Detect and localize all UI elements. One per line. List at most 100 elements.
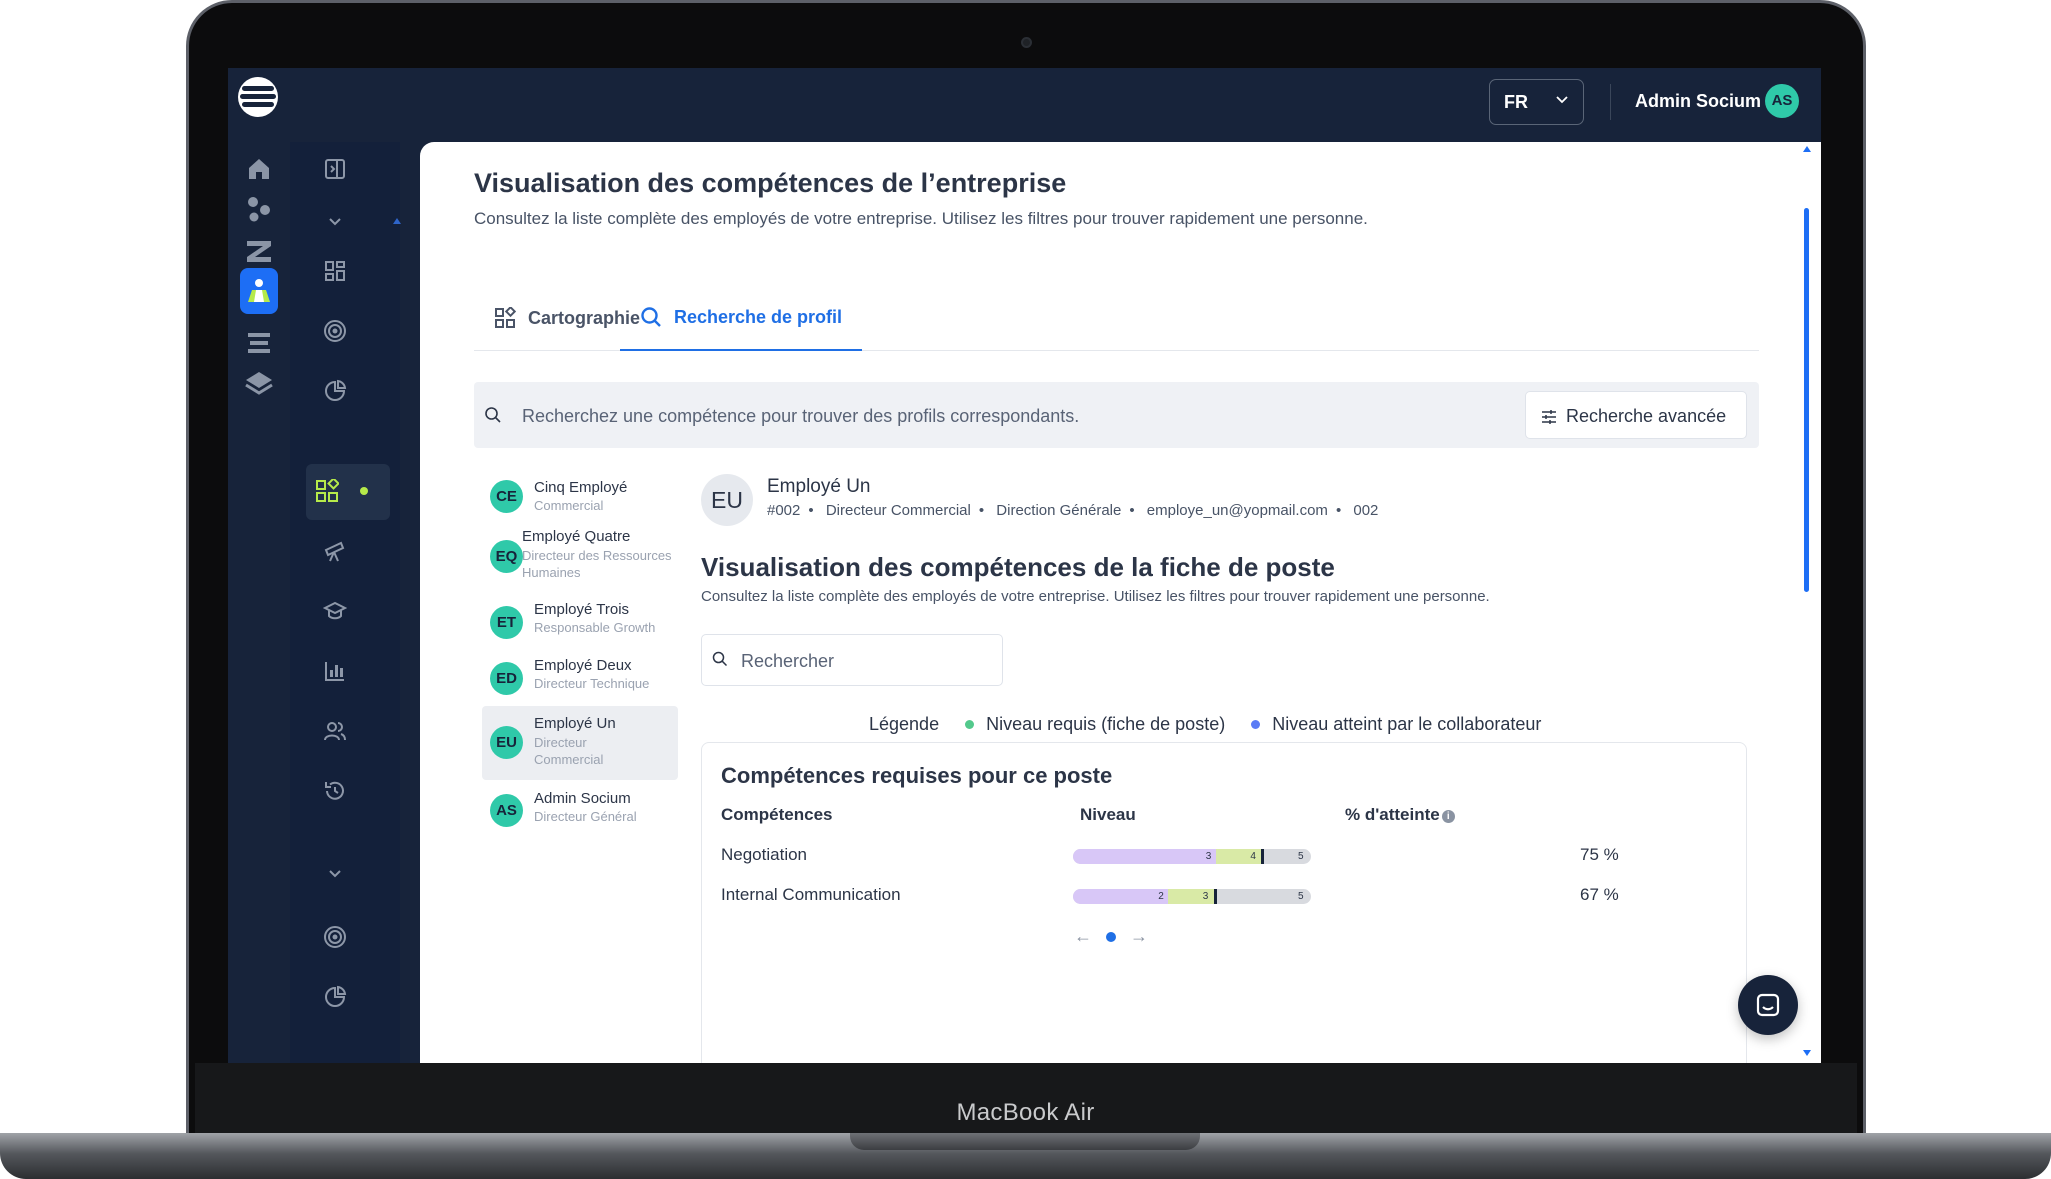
graduation-cap-icon[interactable] <box>320 596 350 626</box>
level-bar: 3 4 5 <box>1073 849 1311 864</box>
app-rail <box>228 142 290 1063</box>
profile-meta: #002 • Directeur Commercial • Direction Gé… <box>767 502 1379 519</box>
app-logo[interactable] <box>238 77 278 117</box>
legend-achieved: Niveau atteint par le collaborateur <box>1272 714 1542 734</box>
laptop-hinge-notch <box>850 1133 1200 1150</box>
employee-role: Directeur Technique <box>534 676 650 691</box>
level-required-value: 3 <box>1202 891 1209 902</box>
legend-label: Légende <box>869 714 940 734</box>
layers-icon[interactable] <box>240 364 278 402</box>
advanced-search-button[interactable]: Recherche avancée <box>1525 391 1747 439</box>
employee-avatar: EQ <box>490 540 523 573</box>
target-icon[interactable] <box>320 316 350 346</box>
app-screen: FR Admin Socium AS Visualisation des com… <box>228 68 1821 1063</box>
employee-item[interactable]: ED Employé Deux Directeur Technique <box>482 650 678 706</box>
stack-icon[interactable] <box>240 324 278 362</box>
legend: Légende Niveau requis (fiche de poste) N… <box>869 714 1541 735</box>
employee-avatar: ET <box>490 606 523 639</box>
info-icon[interactable]: i <box>1441 810 1455 823</box>
legend-achieved-dot <box>1251 720 1261 729</box>
bar-chart-icon[interactable] <box>320 656 350 686</box>
employee-item-selected[interactable]: EU Employé Un Directeur Commercial <box>482 706 678 780</box>
pager-current-dot[interactable] <box>1106 931 1116 942</box>
collapse-panel-icon[interactable] <box>320 154 350 184</box>
skills-table-card: Compétences requises pour ce poste Compé… <box>701 742 1747 1063</box>
search-icon <box>485 407 501 423</box>
user-name[interactable]: Admin Socium <box>1635 91 1761 112</box>
telescope-icon[interactable] <box>320 536 350 566</box>
map-grid-icon <box>494 307 516 329</box>
level-achieved-segment <box>1073 849 1216 864</box>
employee-role: Directeur Général <box>534 809 637 824</box>
employee-item[interactable]: CE Cinq Employé Commercial <box>482 470 678 522</box>
chevron-down-icon[interactable] <box>320 858 350 888</box>
employee-name: Cinq Employé <box>534 479 628 496</box>
level-achieved-value: 2 <box>1158 891 1164 902</box>
language-select[interactable]: FR <box>1489 79 1584 125</box>
skills-grid-icon[interactable] <box>312 476 342 506</box>
column-header-pct: % d'atteinte i <box>1345 805 1455 825</box>
user-avatar[interactable]: AS <box>1765 84 1799 118</box>
search-icon <box>640 306 662 328</box>
content-scrollbar-thumb[interactable] <box>1804 208 1809 592</box>
pager-next-arrow[interactable]: → <box>1130 926 1148 947</box>
pager-prev-arrow[interactable]: ← <box>1074 926 1092 947</box>
skills-search-placeholder: Rechercher <box>741 651 835 671</box>
page-title: Visualisation des compétences de l’entre… <box>474 168 1067 198</box>
profile-role: Directeur Commercial <box>825 502 971 519</box>
skill-name: Negotiation <box>721 845 808 864</box>
home-icon[interactable] <box>240 150 278 188</box>
page-description: Consultez la liste complète des employés… <box>474 209 1368 228</box>
chevron-down-icon[interactable] <box>320 206 350 236</box>
attainment-pct: 67 % <box>1580 885 1619 904</box>
camera <box>1021 37 1032 48</box>
top-bar: FR Admin Socium AS <box>228 68 1821 142</box>
skills-search-input[interactable]: Rechercher <box>701 634 1003 686</box>
level-max-value: 5 <box>1298 851 1304 862</box>
level-required-segment <box>1215 849 1264 864</box>
level-required-segment <box>1168 889 1216 904</box>
content-scroll-up[interactable] <box>1803 146 1811 152</box>
skills-section-description: Consultez la liste complète des employés… <box>701 588 1490 605</box>
dashboard-grid-icon[interactable] <box>320 256 350 286</box>
users-icon[interactable] <box>320 716 350 746</box>
employee-item[interactable]: EQ Employé Quatre Directeur des Ressourc… <box>482 522 678 594</box>
employee-avatar: ED <box>490 662 523 695</box>
main-content: Visualisation des compétences de l’entre… <box>420 142 1821 1063</box>
level-max-value: 5 <box>1298 891 1304 902</box>
skill-search-bar[interactable]: Recherchez une compétence pour trouver d… <box>474 382 1759 448</box>
employee-role: Directeur des Ressources Humaines <box>522 548 672 580</box>
history-icon[interactable] <box>320 776 350 806</box>
pie-chart-icon[interactable] <box>320 376 350 406</box>
employee-item[interactable]: ET Employé Trois Responsable Growth <box>482 594 678 650</box>
employee-avatar: AS <box>490 794 523 827</box>
target-icon[interactable] <box>320 922 350 952</box>
employee-name: Employé Un <box>534 715 616 732</box>
content-scroll-down[interactable] <box>1803 1050 1811 1056</box>
sliders-icon <box>1542 410 1556 424</box>
level-achieved-value: 3 <box>1205 851 1212 862</box>
employee-avatar: EU <box>490 726 523 759</box>
employee-name: Employé Deux <box>534 657 632 674</box>
chat-button[interactable] <box>1738 975 1798 1035</box>
pie-chart-icon[interactable] <box>320 982 350 1012</box>
employee-role: Commercial <box>534 498 604 513</box>
advanced-search-label: Recherche avancée <box>1566 406 1727 426</box>
sidebar-scroll-up[interactable] <box>393 218 401 224</box>
legend-required-dot <box>965 720 975 729</box>
level-required-marker <box>1213 889 1217 904</box>
z-logo-icon[interactable] <box>240 232 278 270</box>
network-icon[interactable] <box>240 190 278 228</box>
employee-item[interactable]: AS Admin Socium Directeur Général <box>482 782 678 838</box>
sidebar-active-dot <box>360 487 368 495</box>
profile-department: Direction Générale <box>996 502 1122 519</box>
column-header-pct-label: % d'atteinte <box>1345 805 1440 824</box>
chevron-down-icon <box>1556 96 1568 104</box>
tab-recherche-de-profil[interactable]: Recherche de profil <box>620 285 863 351</box>
search-placeholder: Recherchez une compétence pour trouver d… <box>522 406 1080 426</box>
pagination: ← → <box>1074 926 1148 947</box>
device-label: MacBook Air <box>956 1099 1095 1126</box>
employee-name: Employé Trois <box>534 601 630 618</box>
profile-email[interactable]: employe_un@yopmail.com <box>1147 502 1328 519</box>
skills-app-icon[interactable] <box>240 268 278 314</box>
